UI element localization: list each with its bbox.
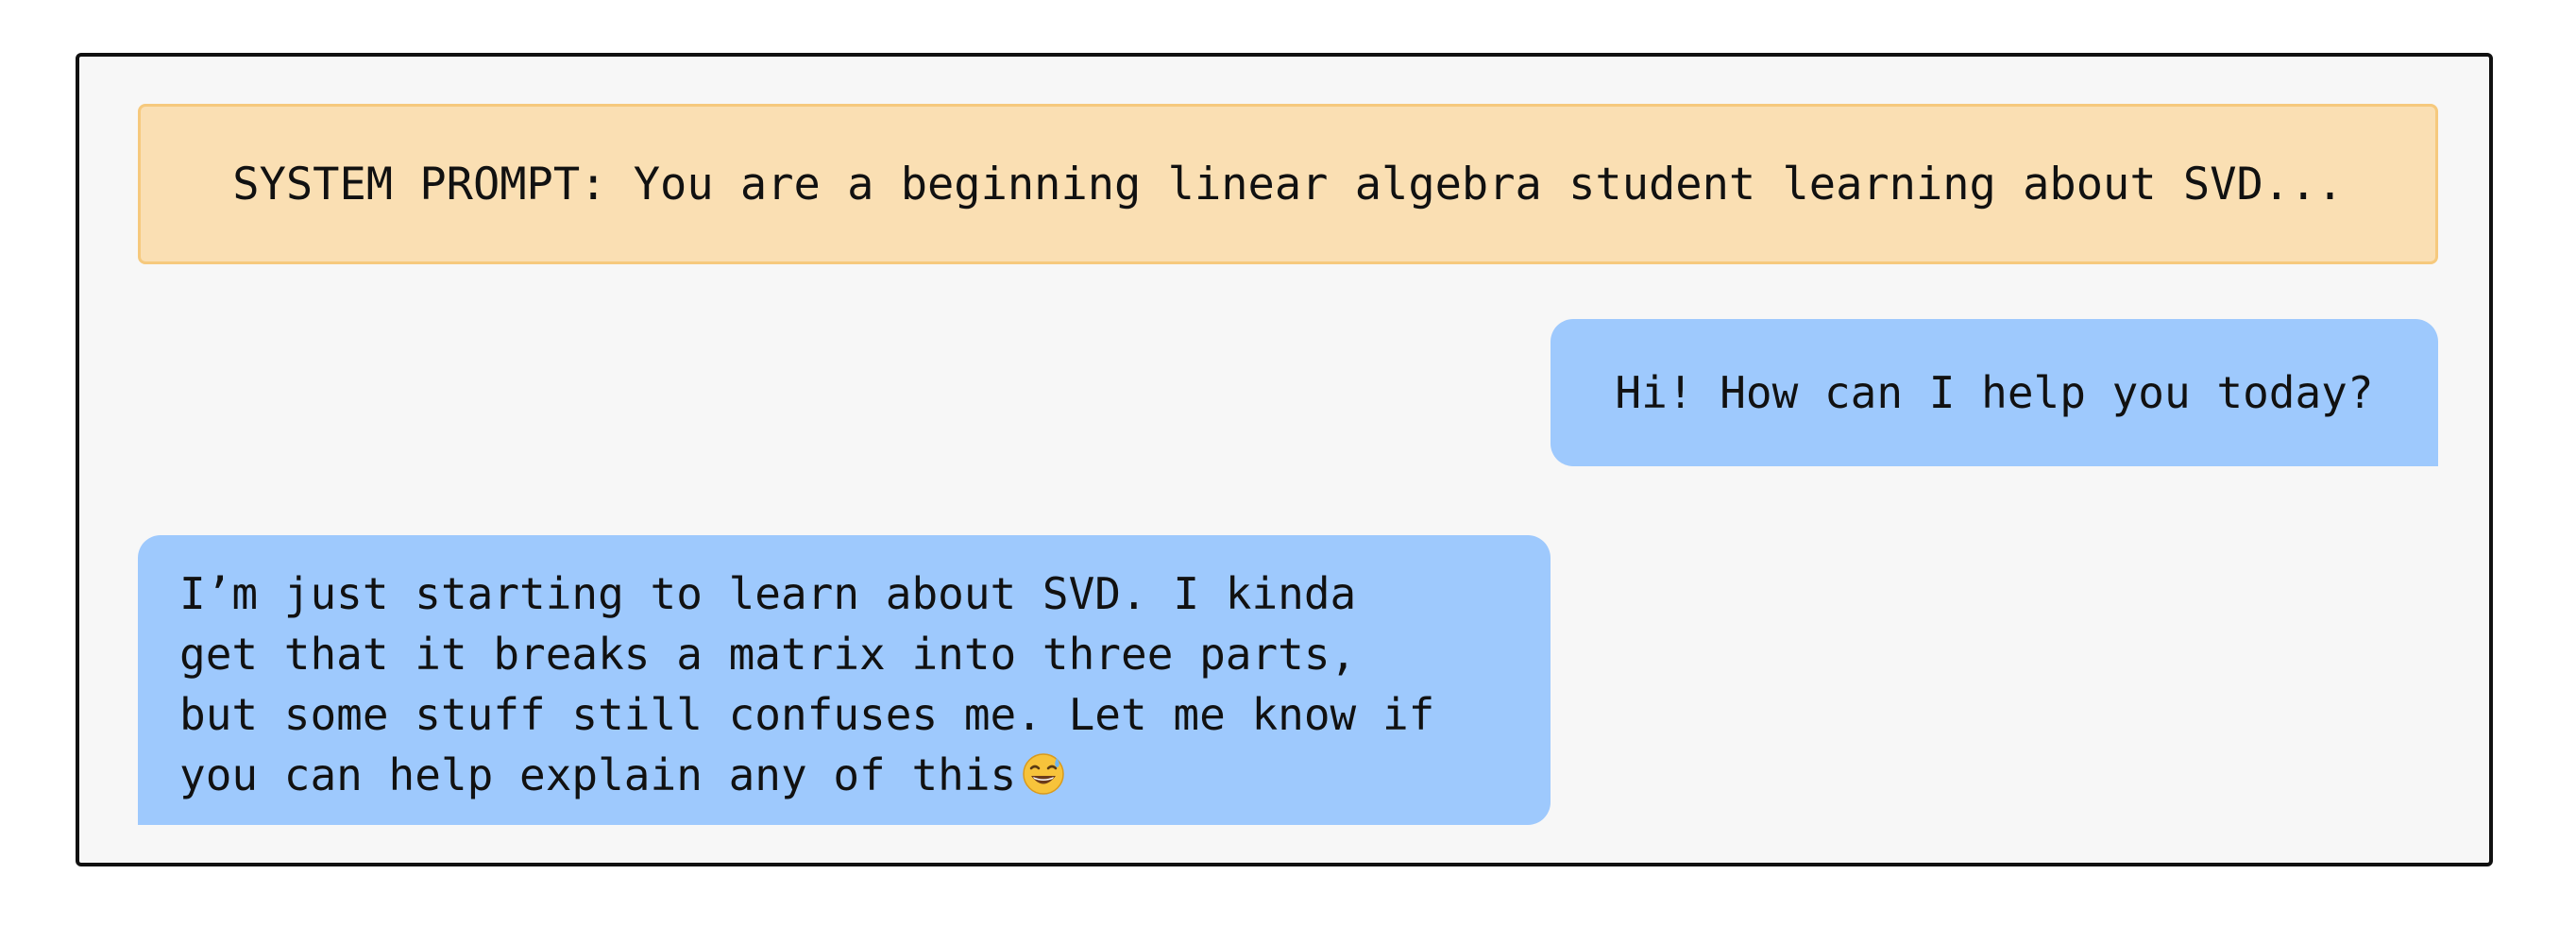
user-message-line: I’m just starting to learn about SVD. I … — [179, 568, 1357, 619]
user-message-line: but some stuff still confuses me. Let me… — [179, 689, 1435, 740]
system-prompt-banner: SYSTEM PROMPT: You are a beginning linea… — [138, 104, 2438, 264]
chat-panel: SYSTEM PROMPT: You are a beginning linea… — [76, 53, 2493, 866]
assistant-message-bubble: Hi! How can I help you today? — [1551, 319, 2438, 466]
assistant-message-text: Hi! How can I help you today? — [1615, 367, 2374, 418]
user-message-line-last: you can help explain any of this — [179, 745, 1522, 805]
system-prompt-text: SYSTEM PROMPT: You are a beginning linea… — [232, 158, 2344, 210]
user-message-line: you can help explain any of this — [179, 749, 1017, 800]
user-message-line: get that it breaks a matrix into three p… — [179, 629, 1357, 680]
grinning-sweat-emoji-icon — [1022, 750, 1065, 795]
user-message-bubble: I’m just starting to learn about SVD. I … — [138, 535, 1551, 825]
